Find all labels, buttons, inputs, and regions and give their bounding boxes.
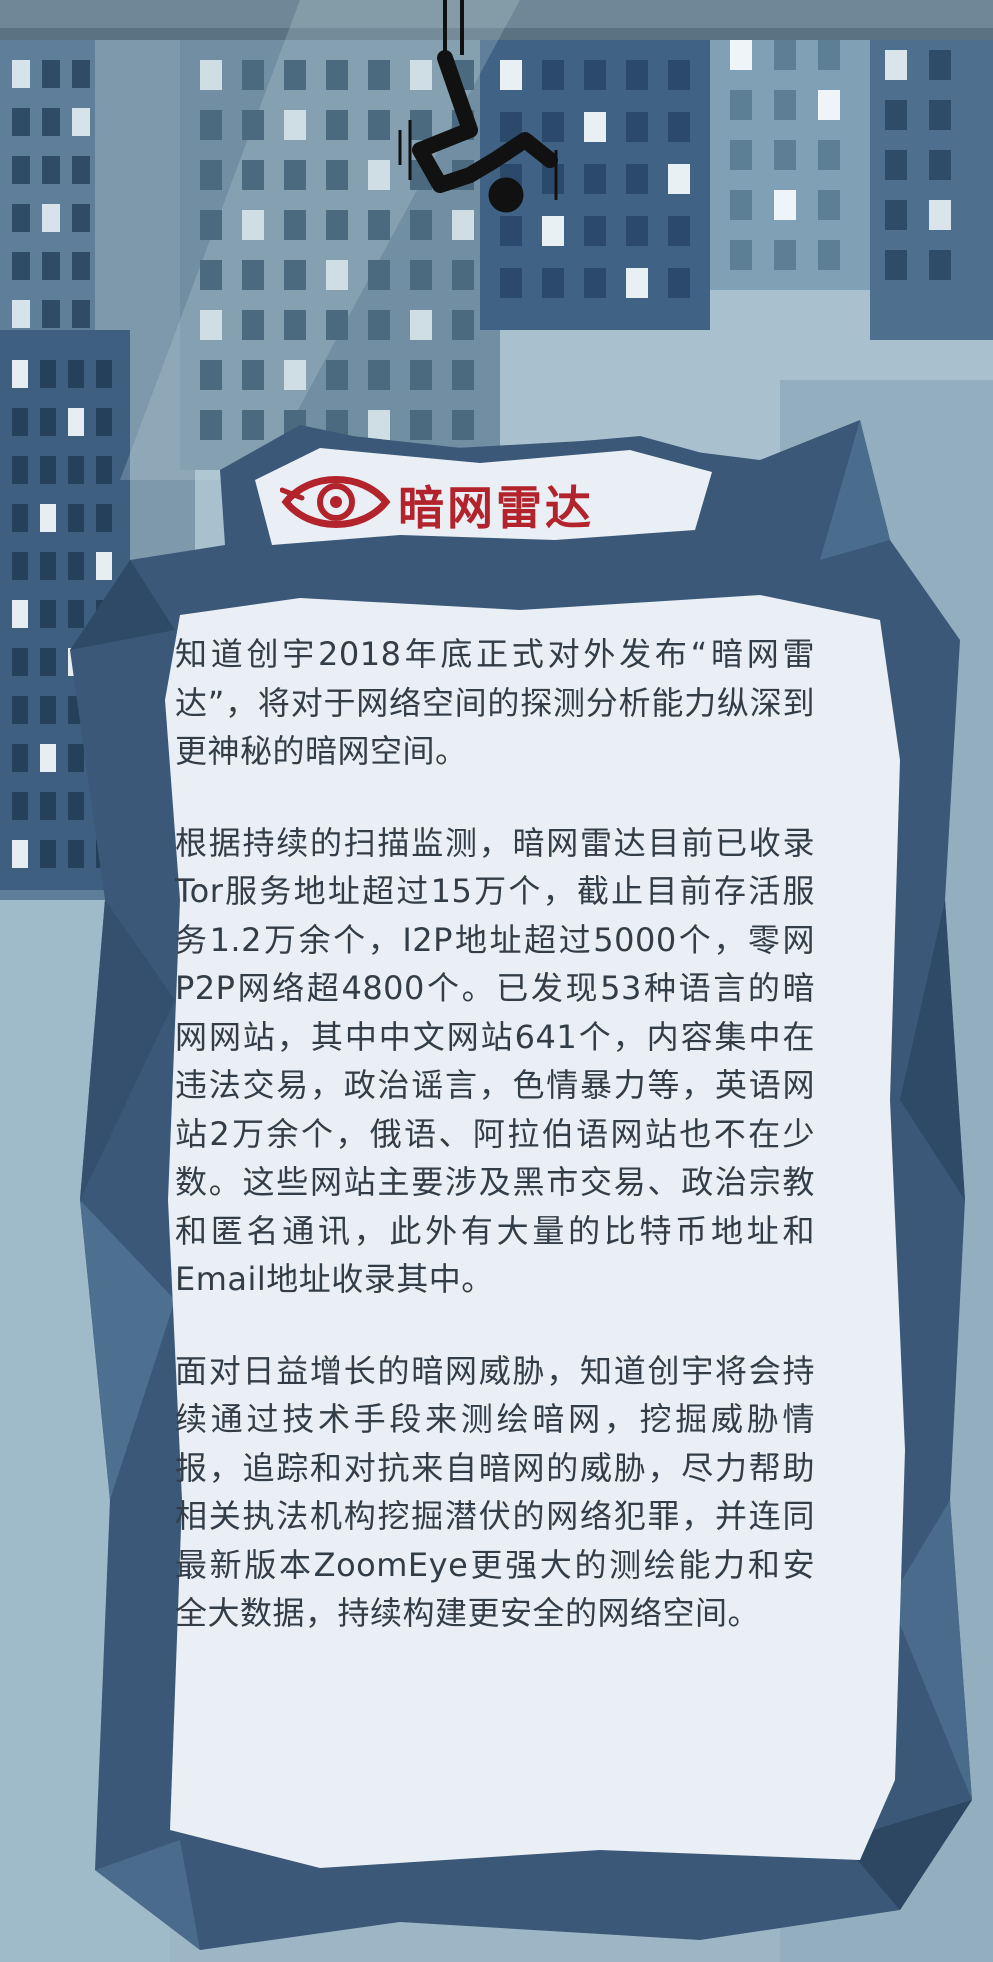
- eye-logo-icon: [280, 476, 391, 528]
- page-title: 暗网雷达: [398, 481, 594, 535]
- paragraph: 根据持续的扫描监测，暗网雷达目前已收录Tor服务地址超过15万个，截止目前存活服…: [175, 823, 815, 1299]
- paragraph: 面对日益增长的暗网威胁，知道创宇将会持续通过技术手段来测绘暗网，挖掘威胁情报，追…: [175, 1351, 815, 1633]
- article-body: 知道创宇2018年底正式对外发布“暗网雷达”，将对于网络空间的探测分析能力纵深到…: [175, 630, 815, 1681]
- title-badge: 暗网雷达: [280, 462, 700, 542]
- paragraph: 知道创宇2018年底正式对外发布“暗网雷达”，将对于网络空间的探测分析能力纵深到…: [175, 635, 815, 770]
